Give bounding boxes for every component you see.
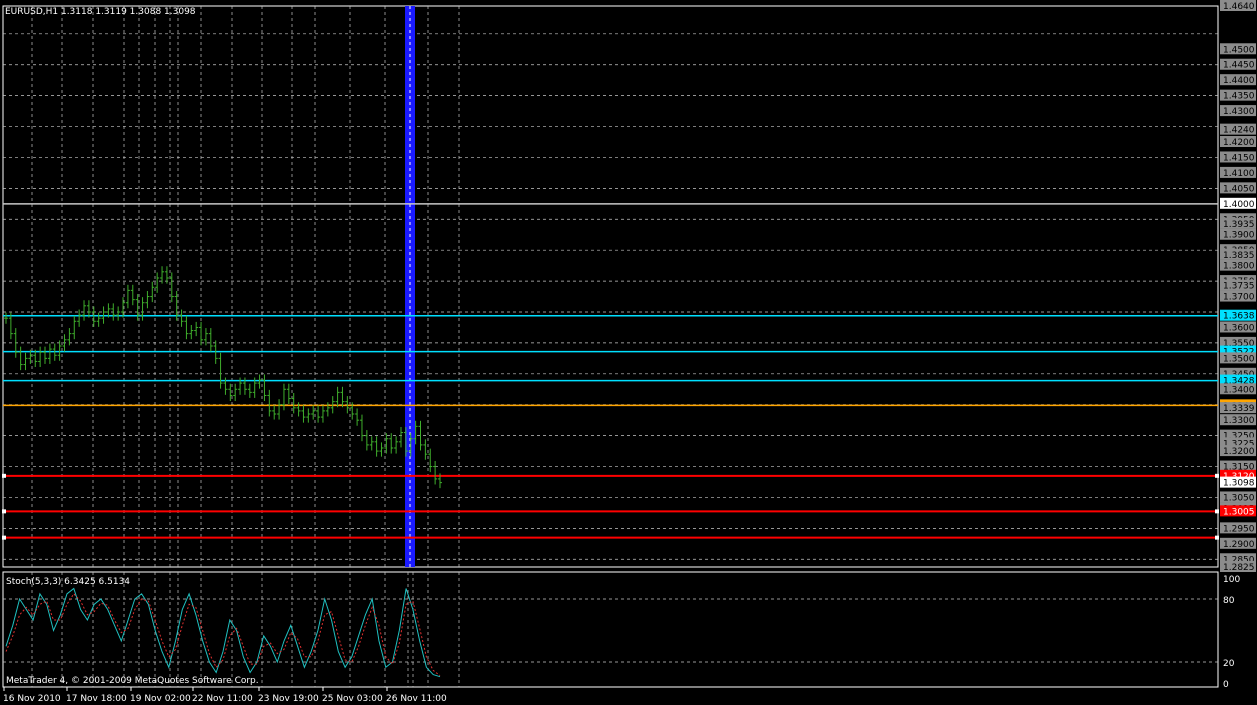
copyright-text: MetaTrader 4, © 2001-2009 MetaQuotes Sof… [6, 676, 259, 686]
price-label: 1.3500 [1223, 354, 1255, 364]
price-label: 1.4450 [1223, 61, 1255, 71]
line-handle[interactable] [1215, 473, 1219, 478]
price-label: 1.3735 [1223, 282, 1255, 292]
price-label: 1.4200 [1223, 138, 1255, 148]
price-label: 1.3050 [1223, 493, 1255, 503]
time-label: 26 Nov 11:00 [386, 694, 447, 704]
time-label: 19 Nov 02:00 [130, 694, 191, 704]
price-label: 1.3600 [1223, 323, 1255, 333]
stoch-axis-label: 0 [1223, 680, 1229, 690]
line-handle[interactable] [1215, 535, 1219, 540]
symbol-info: EURUSD,H1 1.3118 1.3119 1.3088 1.3098 [5, 7, 196, 17]
price-label: 1.3835 [1223, 251, 1255, 261]
price-label: 1.4640 [1223, 2, 1255, 12]
time-label: 25 Nov 03:00 [322, 694, 383, 704]
time-label: 23 Nov 19:00 [258, 694, 319, 704]
price-label: 1.4000 [1223, 200, 1255, 210]
time-label: 16 Nov 2010 [3, 694, 61, 704]
vertical-highlight-band [405, 6, 415, 567]
price-label: 1.4150 [1223, 153, 1255, 163]
price-label: 1.4240 [1223, 126, 1255, 136]
price-label: 1.4350 [1223, 92, 1255, 102]
price-label: 1.3200 [1223, 447, 1255, 457]
price-label: 1.3700 [1223, 293, 1255, 303]
line-handle[interactable] [1215, 509, 1219, 514]
stoch-axis-label: 20 [1223, 659, 1235, 669]
price-label: 1.4300 [1223, 107, 1255, 117]
price-label: 1.4500 [1223, 45, 1255, 55]
price-label: 1.3005 [1223, 507, 1255, 517]
price-label: 1.3900 [1223, 231, 1255, 241]
chart-canvas[interactable]: 1.4640 1.4500 1.4450 1.4400 1.4350 1.4300 1.42… [0, 0, 1257, 705]
price-label: 1.3400 [1223, 385, 1255, 395]
stoch-axis-label: 80 [1223, 596, 1235, 606]
stoch-info: Stoch(5,3,3) 6.3425 6.5134 [6, 577, 130, 587]
price-label: 1.4050 [1223, 184, 1255, 194]
line-handle[interactable] [2, 535, 6, 540]
price-label: 1.3098 [1223, 479, 1255, 489]
price-label: 1.3300 [1223, 416, 1255, 426]
stoch-axis-label: 100 [1223, 575, 1240, 585]
price-label: 1.4400 [1223, 76, 1255, 86]
price-label: 1.2825 [1223, 563, 1255, 573]
line-handle[interactable] [2, 473, 6, 478]
time-label: 17 Nov 18:00 [66, 694, 127, 704]
price-label: 1.3339 [1223, 404, 1255, 414]
price-label: 1.2900 [1223, 540, 1255, 550]
time-label: 22 Nov 11:00 [192, 694, 253, 704]
price-label: 1.3638 [1223, 312, 1255, 322]
price-label: 1.3935 [1223, 220, 1255, 230]
line-handle[interactable] [2, 509, 6, 514]
price-label: 1.2950 [1223, 524, 1255, 534]
price-label: 1.4100 [1223, 169, 1255, 179]
price-label: 1.3800 [1223, 262, 1255, 272]
